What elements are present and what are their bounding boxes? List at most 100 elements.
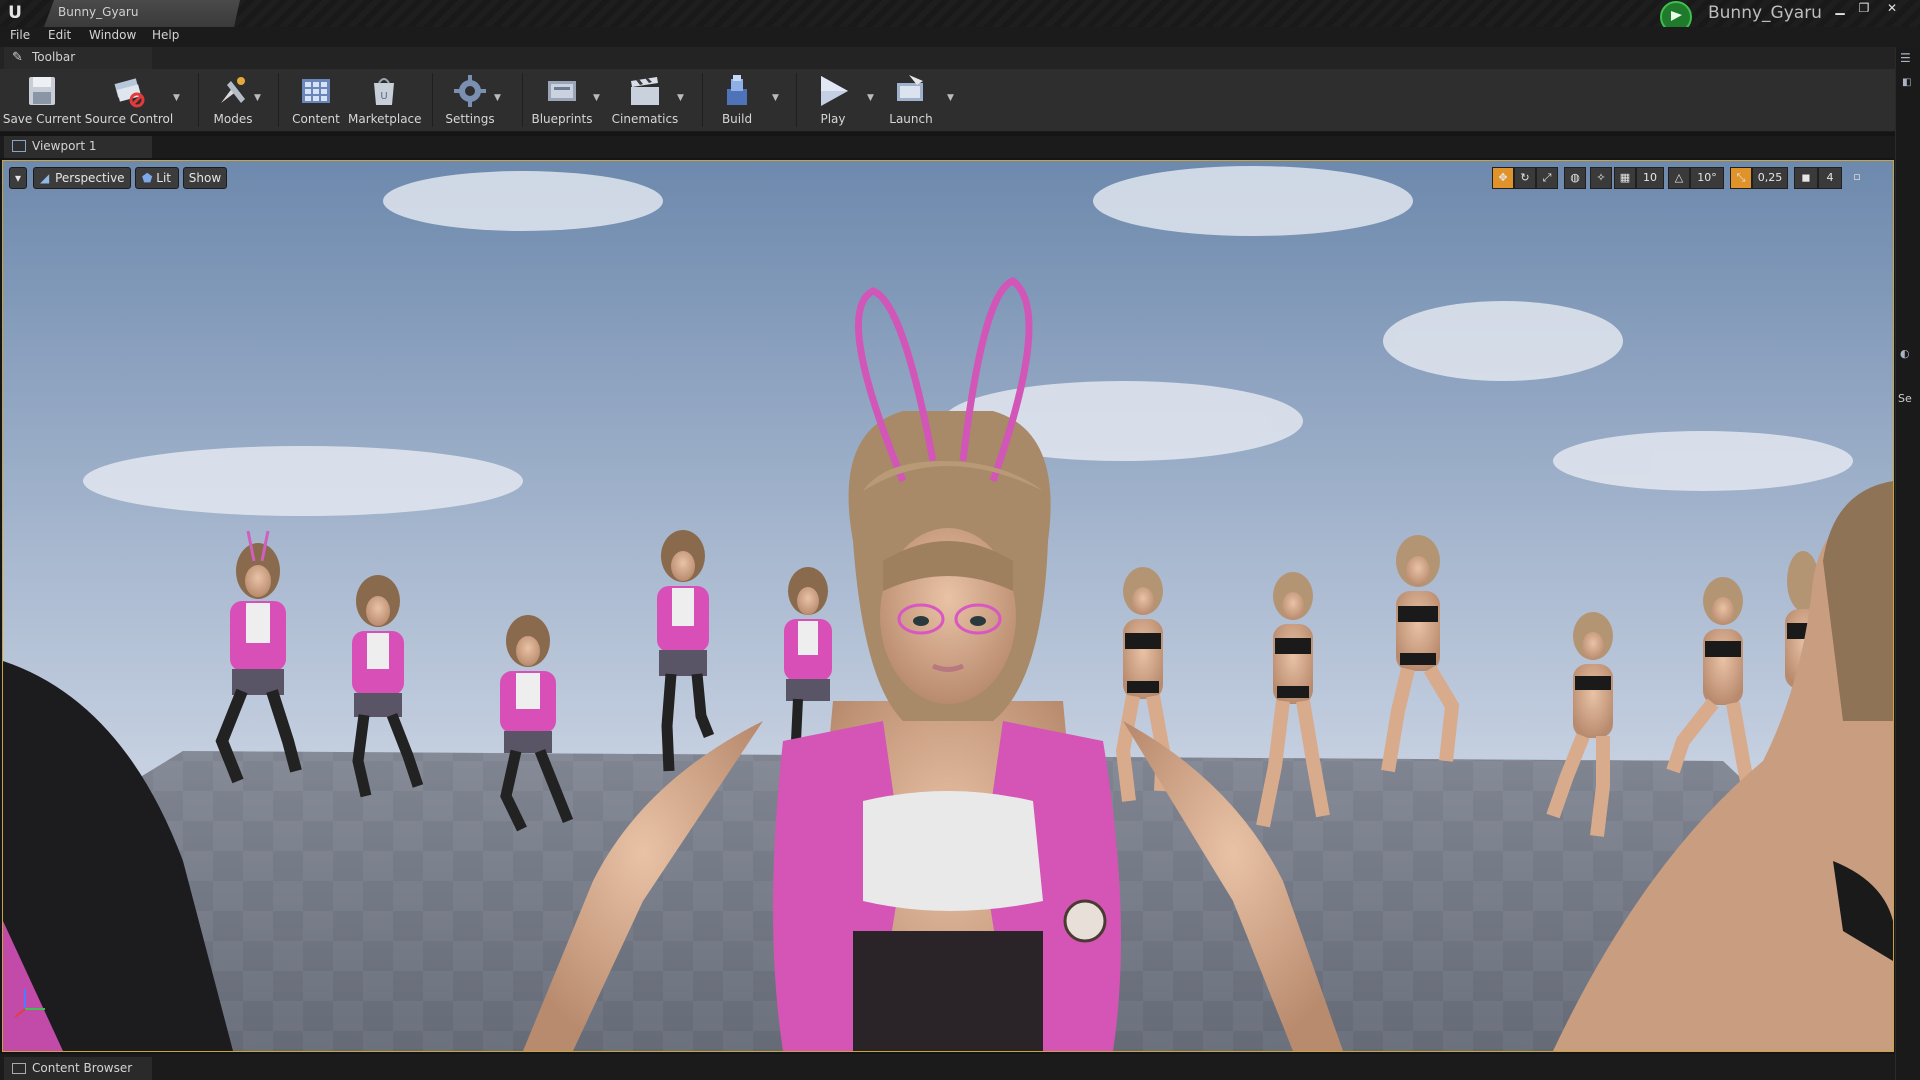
toolbar-separator bbox=[198, 73, 199, 127]
source-control-icon bbox=[114, 78, 145, 108]
toolbar-separator bbox=[702, 73, 703, 127]
viewport-tab[interactable]: Viewport 1 bbox=[4, 136, 152, 158]
lit-icon: ⬟ bbox=[142, 171, 153, 185]
grid-snap-value[interactable]: 10 bbox=[1636, 167, 1664, 189]
source-control-label: Source Control bbox=[84, 112, 174, 126]
content-icon bbox=[302, 79, 330, 103]
source-control-dropdown-icon[interactable]: ▼ bbox=[173, 93, 180, 103]
toolbar-separator bbox=[432, 73, 433, 127]
viewport-icon bbox=[12, 140, 26, 152]
camera-speed-value[interactable]: 4 bbox=[1818, 167, 1842, 189]
document-tab-label: Bunny_Gyaru bbox=[58, 5, 139, 19]
settings-dropdown-icon[interactable]: ▼ bbox=[494, 93, 501, 103]
title-bar: U Bunny_Gyaru Bunny_Gyaru ▁ ❐ ✕ bbox=[0, 0, 1920, 33]
bottom-tab-strip: Content Browser bbox=[0, 1054, 1895, 1080]
toolbar-separator bbox=[796, 73, 797, 127]
toolbar-separator bbox=[522, 73, 523, 127]
viewport-tab-label: Viewport 1 bbox=[32, 139, 97, 153]
blueprints-label: Blueprints bbox=[531, 112, 593, 126]
menu-file[interactable]: File bbox=[10, 28, 30, 42]
document-tab[interactable]: Bunny_Gyaru bbox=[44, 0, 240, 27]
show-button[interactable]: Show bbox=[183, 167, 227, 189]
menu-edit[interactable]: Edit bbox=[48, 28, 71, 42]
scale-snap-value[interactable]: 0,25 bbox=[1752, 167, 1788, 189]
rotation-snap-icon[interactable]: △ bbox=[1668, 167, 1690, 189]
blueprints-icon bbox=[548, 81, 576, 101]
main-toolbar: Save Current Source Control ▼ Modes ▼ Co… bbox=[0, 69, 1895, 132]
rotate-mode-icon[interactable]: ↻ bbox=[1514, 167, 1536, 189]
viewport-tab-strip: Viewport 1 bbox=[0, 136, 1895, 158]
cinematics-button[interactable]: Cinematics bbox=[610, 69, 680, 131]
settings-icon bbox=[454, 75, 486, 107]
content-browser-icon bbox=[12, 1063, 26, 1074]
project-name: Bunny_Gyaru bbox=[1708, 3, 1822, 23]
modes-label: Modes bbox=[213, 112, 253, 126]
launch-button[interactable]: Launch bbox=[880, 69, 942, 131]
toolbar-tab[interactable]: ✎ Toolbar bbox=[4, 47, 152, 69]
details-icon[interactable]: ☰ bbox=[1900, 51, 1916, 67]
panel-tab-icon[interactable]: ◐ bbox=[1900, 347, 1910, 360]
right-panel-strip: ☰ ◧ ◐ Se bbox=[1895, 47, 1920, 1080]
wrench-icon: ✎ bbox=[12, 50, 23, 65]
svg-text:U: U bbox=[380, 91, 387, 102]
cinematics-label: Cinematics bbox=[611, 112, 679, 126]
save-icon bbox=[29, 77, 55, 105]
menu-help[interactable]: Help bbox=[152, 28, 179, 42]
modes-icon bbox=[221, 77, 245, 103]
modes-dropdown-icon[interactable]: ▼ bbox=[254, 93, 261, 103]
settings-label: Settings bbox=[445, 112, 495, 126]
minimize-icon[interactable]: ▁ bbox=[1828, 0, 1852, 16]
menu-window[interactable]: Window bbox=[89, 28, 136, 42]
build-button[interactable]: Build bbox=[708, 69, 766, 131]
launch-label: Launch bbox=[889, 112, 933, 126]
scale-snap-icon[interactable]: ⤡ bbox=[1730, 167, 1752, 189]
camera-icon: ◢ bbox=[40, 171, 50, 185]
toolbar-separator bbox=[278, 73, 279, 127]
save-current-button[interactable]: Save Current bbox=[2, 69, 82, 131]
scale-mode-icon[interactable]: ⤢ bbox=[1536, 167, 1558, 189]
toolbar-tab-strip: ✎ Toolbar bbox=[0, 47, 1895, 69]
panel-icon[interactable]: ◧ bbox=[1902, 77, 1914, 89]
blueprints-dropdown-icon[interactable]: ▼ bbox=[593, 93, 600, 103]
unreal-logo-icon: U bbox=[8, 3, 22, 23]
cinematics-dropdown-icon[interactable]: ▼ bbox=[677, 93, 684, 103]
build-icon bbox=[727, 75, 747, 105]
lit-button[interactable]: ⬟ Lit bbox=[135, 167, 179, 189]
source-control-button[interactable]: Source Control bbox=[84, 69, 174, 131]
build-label: Build bbox=[721, 112, 753, 126]
rotation-snap-value[interactable]: 10° bbox=[1690, 167, 1724, 189]
level-viewport[interactable]: ▾ ◢ Perspective ⬟ Lit Show ✥ ↻ ⤢ ◍ ✧ ▦ 1… bbox=[2, 160, 1894, 1052]
toolbar-tab-label: Toolbar bbox=[32, 50, 76, 64]
marketplace-button[interactable]: U Marketplace bbox=[348, 69, 422, 131]
blueprints-button[interactable]: Blueprints bbox=[530, 69, 594, 131]
perspective-button[interactable]: ◢ Perspective bbox=[33, 167, 131, 189]
save-current-label: Save Current bbox=[2, 112, 82, 126]
viewport-options-dropdown[interactable]: ▾ bbox=[9, 167, 27, 189]
content-button[interactable]: Content bbox=[284, 69, 348, 131]
cinematics-icon bbox=[631, 77, 659, 105]
play-dropdown-icon[interactable]: ▼ bbox=[867, 93, 874, 103]
build-dropdown-icon[interactable]: ▼ bbox=[772, 93, 779, 103]
maximize-viewport-icon[interactable]: ▫ bbox=[1848, 167, 1866, 189]
surface-snap-icon[interactable]: ✧ bbox=[1590, 167, 1612, 189]
close-icon[interactable]: ✕ bbox=[1880, 0, 1904, 16]
menu-bar: File Edit Window Help bbox=[0, 27, 1920, 47]
play-button[interactable]: Play bbox=[804, 69, 862, 131]
marketplace-label: Marketplace bbox=[348, 112, 422, 126]
restore-icon[interactable]: ❐ bbox=[1852, 0, 1876, 16]
launch-dropdown-icon[interactable]: ▼ bbox=[947, 93, 954, 103]
grid-snap-icon[interactable]: ▦ bbox=[1614, 167, 1636, 189]
marketplace-icon: U bbox=[374, 78, 394, 105]
show-label: Show bbox=[188, 171, 222, 185]
play-label: Play bbox=[820, 112, 846, 126]
content-browser-label: Content Browser bbox=[32, 1061, 133, 1075]
content-browser-tab[interactable]: Content Browser bbox=[4, 1057, 152, 1080]
play-icon bbox=[821, 76, 848, 106]
translate-mode-icon[interactable]: ✥ bbox=[1492, 167, 1514, 189]
perspective-label: Perspective bbox=[55, 171, 125, 185]
world-local-icon[interactable]: ◍ bbox=[1564, 167, 1586, 189]
camera-speed-icon[interactable]: ◼ bbox=[1794, 167, 1818, 189]
lit-label: Lit bbox=[156, 171, 171, 185]
viewport-scene-image bbox=[3, 161, 1893, 1051]
settings-button[interactable]: Settings bbox=[438, 69, 502, 131]
